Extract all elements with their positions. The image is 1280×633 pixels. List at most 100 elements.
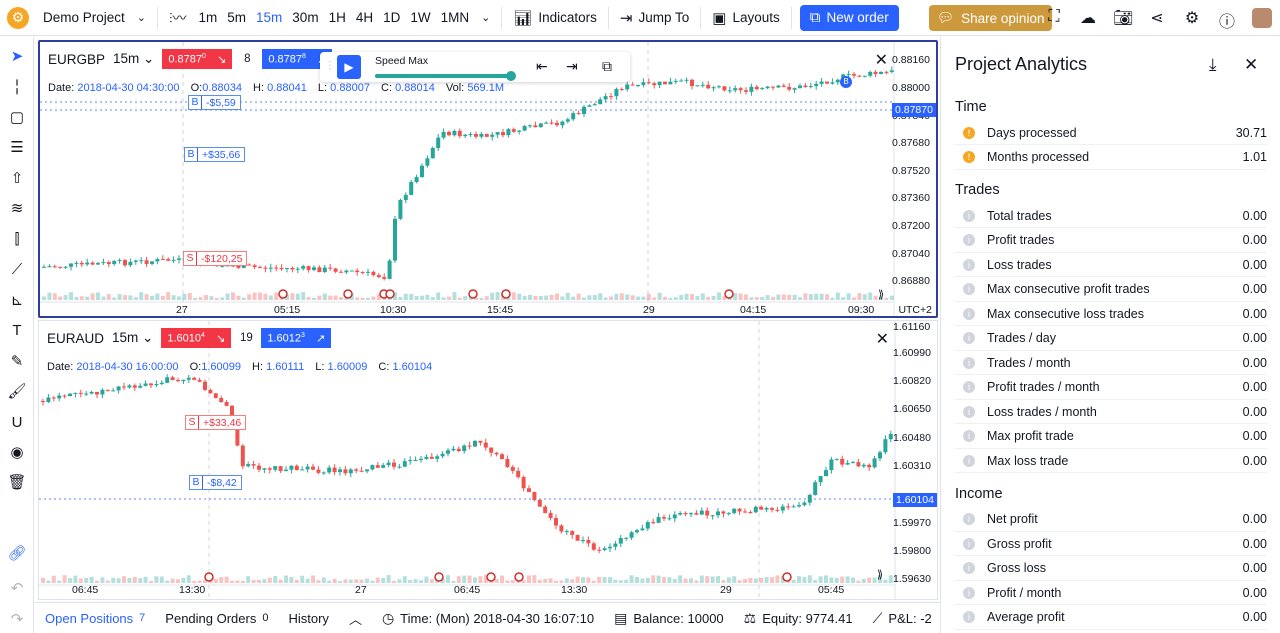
buy-button[interactable]: 1.60123 ↗: [261, 328, 332, 348]
tf-1mn[interactable]: 1MN: [436, 0, 475, 36]
economic-event-icon[interactable]: [434, 572, 444, 582]
tf-5m[interactable]: 5m: [222, 0, 251, 36]
tab-history[interactable]: History: [278, 603, 338, 633]
warning-icon[interactable]: !: [963, 126, 975, 139]
trade-tag[interactable]: S +$33,46: [185, 415, 247, 430]
new-order-button[interactable]: ⧉ New order: [799, 4, 899, 31]
quantity-input[interactable]: 19: [231, 332, 261, 344]
share-icon[interactable]: ⋖: [1147, 8, 1167, 28]
app-logo[interactable]: ⚙: [0, 0, 36, 36]
info-icon[interactable]: i: [963, 258, 975, 271]
trade-tag[interactable]: S -$120,25: [183, 251, 248, 266]
tf-1h[interactable]: 1H: [324, 0, 351, 36]
tf-15m[interactable]: 15m: [251, 0, 287, 36]
exit-replay-icon[interactable]: ⧉: [602, 58, 612, 75]
project-selector[interactable]: Demo Project ⌄: [36, 0, 153, 36]
play-button[interactable]: ▶: [337, 55, 361, 79]
economic-event-icon[interactable]: [514, 572, 524, 582]
info-icon[interactable]: i: [963, 209, 975, 222]
undo-icon[interactable]: ↶: [7, 579, 27, 599]
sell-button[interactable]: 1.60104 ↘: [161, 328, 232, 348]
chart-type-button[interactable]: ⫶〰: [162, 0, 194, 36]
tab-open-positions[interactable]: Open Positions 7: [35, 603, 155, 633]
redo-icon[interactable]: ↷: [7, 610, 27, 630]
tf-4h[interactable]: 4H: [351, 0, 378, 36]
step-forward-icon[interactable]: ⇥: [566, 58, 578, 75]
close-pane-icon[interactable]: ✕: [875, 50, 888, 70]
tf-1m[interactable]: 1m: [194, 0, 223, 36]
tf-1w[interactable]: 1W: [405, 0, 435, 36]
download-icon[interactable]: ⤓: [1209, 55, 1217, 75]
cursor-icon[interactable]: ➤: [7, 47, 27, 67]
arrow-up-icon[interactable]: ⇧: [7, 169, 27, 189]
info-icon[interactable]: i: [963, 332, 975, 344]
info-icon[interactable]: i: [963, 611, 975, 623]
avatar[interactable]: [1252, 8, 1272, 28]
link-icon[interactable]: 🔗︎: [7, 544, 27, 564]
close-icon[interactable]: ✕: [1244, 55, 1258, 75]
measure-icon[interactable]: ⊾: [7, 291, 27, 311]
economic-event-icon[interactable]: [278, 289, 288, 299]
pattern-icon[interactable]: ⟋: [7, 260, 27, 280]
layouts-button[interactable]: ▣ Layouts: [705, 0, 786, 36]
info-icon[interactable]: i: [963, 356, 975, 369]
help-icon[interactable]: ⓘ: [1217, 8, 1237, 32]
symbol-label[interactable]: EURAUD: [47, 331, 104, 346]
indicators-button[interactable]: 📊︎ Indicators: [506, 0, 604, 36]
chart-pane-euraud[interactable]: EURAUD 15m ⌄ 1.60104 ↘ 19 1.60123 ↗ Date: …: [38, 320, 938, 600]
trade-tag[interactable]: B -$5,59: [188, 95, 241, 110]
screenshot-ai-icon[interactable]: ⛶: [1044, 8, 1064, 26]
info-icon[interactable]: i: [963, 562, 975, 574]
info-icon[interactable]: i: [963, 234, 975, 246]
trade-marker[interactable]: B: [840, 76, 852, 88]
tf-1d[interactable]: 1D: [378, 0, 405, 36]
fib-icon[interactable]: ☰: [7, 138, 27, 158]
info-icon[interactable]: i: [963, 586, 975, 599]
step-back-icon[interactable]: ⇤: [536, 58, 548, 75]
economic-event-icon[interactable]: [204, 572, 214, 582]
tab-pending-orders[interactable]: Pending Orders 0: [155, 603, 278, 633]
trade-tag[interactable]: B -$8,42: [189, 475, 242, 490]
info-icon[interactable]: i: [963, 283, 975, 295]
share-opinion-button[interactable]: 💬︎ Share opinion: [929, 5, 1053, 31]
parallel-icon[interactable]: ⫿: [7, 230, 27, 250]
settings-icon[interactable]: ⚙: [1182, 8, 1202, 28]
economic-event-icon[interactable]: [343, 289, 353, 299]
jump-to-button[interactable]: ⇥ Jump To: [613, 0, 696, 36]
speed-slider-handle[interactable]: [506, 71, 516, 81]
rectangle-icon[interactable]: ▢: [7, 108, 27, 128]
channel-icon[interactable]: ≋: [7, 199, 27, 219]
timeframe-select[interactable]: 15m ⌄: [112, 330, 153, 346]
info-icon[interactable]: i: [963, 405, 975, 418]
info-icon[interactable]: i: [963, 307, 975, 320]
brush-icon[interactable]: 🖌︎: [7, 382, 27, 402]
info-icon[interactable]: i: [963, 537, 975, 550]
text-icon[interactable]: T: [7, 321, 27, 341]
warning-icon[interactable]: !: [963, 151, 975, 163]
eye-icon[interactable]: ◉: [7, 443, 27, 463]
tf-30m[interactable]: 30m: [287, 0, 323, 36]
economic-event-icon[interactable]: [486, 572, 496, 582]
info-icon[interactable]: i: [963, 513, 975, 525]
camera-icon[interactable]: 📷︎: [1113, 8, 1133, 28]
trash-icon[interactable]: 🗑︎: [7, 473, 27, 493]
economic-event-icon[interactable]: [468, 289, 478, 299]
sell-button[interactable]: 0.87870 ↘: [162, 49, 233, 69]
economic-event-icon[interactable]: [385, 289, 395, 299]
economic-event-icon[interactable]: [724, 289, 734, 299]
info-icon[interactable]: i: [963, 381, 975, 393]
cloud-icon[interactable]: ☁: [1078, 8, 1098, 28]
economic-event-icon[interactable]: [782, 572, 792, 582]
timeframe-select[interactable]: 15m ⌄: [113, 51, 154, 67]
magnet-icon[interactable]: U: [7, 413, 27, 433]
scroll-right-icon[interactable]: ⟫: [877, 568, 883, 581]
timeframe-more-button[interactable]: ⌄: [474, 0, 497, 36]
trade-tag[interactable]: B +$35,66: [184, 147, 246, 162]
scroll-right-icon[interactable]: ⟫: [878, 288, 884, 301]
close-pane-icon[interactable]: ✕: [876, 329, 889, 349]
brush-set-icon[interactable]: ✎: [7, 352, 27, 372]
trend-line-icon[interactable]: ╎: [7, 78, 27, 98]
timezone-label[interactable]: UTC+2: [898, 304, 932, 316]
symbol-label[interactable]: EURGBP: [48, 52, 105, 67]
quantity-input[interactable]: 8: [232, 53, 262, 65]
